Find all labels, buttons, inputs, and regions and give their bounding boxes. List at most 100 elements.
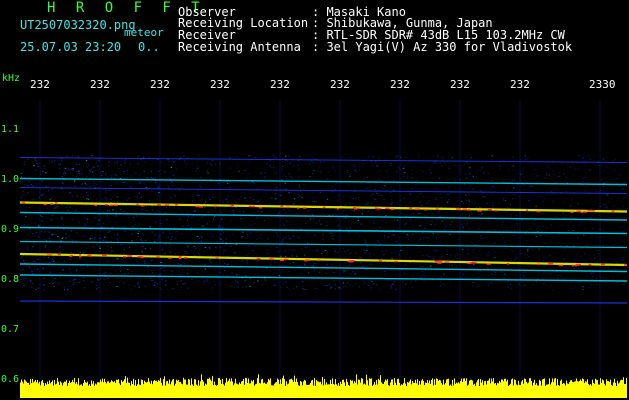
noise-pixel [416,183,419,185]
noise-pixel [32,185,35,187]
amplitude-sample [219,378,220,398]
noise-pixel [59,246,61,248]
noise-pixel [448,167,450,169]
noise-pixel [32,233,34,235]
noise-pixel [105,198,108,200]
amplitude-sample [193,385,194,398]
noise-pixel [577,268,580,269]
noise-pixel [212,160,214,162]
noise-pixel [321,233,324,235]
noise-pixel [482,192,484,194]
noise-pixel [23,278,26,280]
noise-pixel [578,225,580,227]
peak-pixel [87,254,91,256]
noise-pixel [378,241,380,243]
noise-pixel [150,171,153,173]
noise-pixel [141,208,143,210]
noise-pixel [53,256,56,258]
noise-pixel [531,185,533,187]
noise-pixel [367,210,369,212]
noise-pixel [596,262,598,264]
noise-pixel [424,214,426,216]
noise-pixel [537,196,539,198]
amplitude-sample [544,378,545,398]
noise-pixel [410,281,412,283]
noise-pixel [507,256,509,258]
noise-pixel [72,240,74,242]
noise-pixel [378,227,381,229]
amplitude-sample [610,379,611,398]
noise-pixel [399,169,401,171]
noise-pixel [334,284,336,286]
noise-pixel [374,161,377,163]
amplitude-sample [512,378,513,398]
noise-pixel [584,165,586,167]
noise-pixel [75,175,78,177]
noise-pixel [418,212,420,214]
noise-pixel [543,272,545,274]
peak-pixel [470,262,474,264]
noise-pixel [407,246,409,248]
amplitude-sample [272,385,273,398]
noise-pixel [535,281,537,283]
frequency-unit-label: kHz [2,73,21,84]
noise-pixel [516,257,518,259]
noise-pixel [191,200,193,202]
noise-pixel [532,283,534,285]
amplitude-sample [529,378,530,398]
noise-pixel [265,274,267,276]
noise-pixel [363,226,365,228]
noise-pixel [300,273,302,274]
noise-pixel [582,180,585,182]
noise-pixel [23,260,25,262]
noise-pixel [205,201,207,203]
noise-pixel [117,258,119,260]
noise-pixel [348,265,351,267]
amplitude-sample [491,378,492,398]
noise-pixel [34,158,36,160]
noise-pixel [474,233,477,234]
amplitude-sample [251,380,252,398]
amplitude-sample [379,380,380,398]
amplitude-sample [324,378,325,398]
noise-pixel [420,219,422,221]
noise-pixel [528,196,531,198]
peak-pixel [102,254,107,257]
noise-pixel [525,158,527,160]
noise-pixel [410,192,412,194]
noise-pixel [545,228,548,230]
noise-pixel [597,208,600,210]
noise-pixel [576,253,579,255]
amplitude-sample [269,380,270,398]
noise-pixel [574,287,577,289]
noise-pixel [443,273,445,275]
noise-pixel [420,212,422,214]
noise-pixel [491,258,494,260]
amplitude-sample [399,382,400,398]
peak-pixel [571,264,575,267]
peak-pixel [43,203,48,206]
noise-pixel [392,229,395,231]
noise-pixel [168,160,170,162]
noise-pixel [20,279,22,281]
noise-pixel [404,236,407,238]
noise-pixel [43,165,46,167]
noise-pixel [165,237,167,239]
amplitude-sample [400,385,401,398]
amplitude-sample [322,377,323,398]
amplitude-sample [191,378,192,398]
noise-pixel [129,184,131,186]
noise-pixel [447,198,450,200]
noise-pixel [554,188,556,190]
noise-pixel [438,216,440,218]
noise-pixel [621,218,623,220]
noise-pixel [103,222,105,224]
amplitude-sample [204,385,205,398]
noise-pixel [82,205,84,207]
peak-pixel [94,204,98,207]
noise-pixel [92,184,94,186]
amplitude-sample [249,383,250,398]
noise-pixel [59,272,62,274]
amplitude-sample [235,378,236,398]
noise-pixel [440,216,442,218]
